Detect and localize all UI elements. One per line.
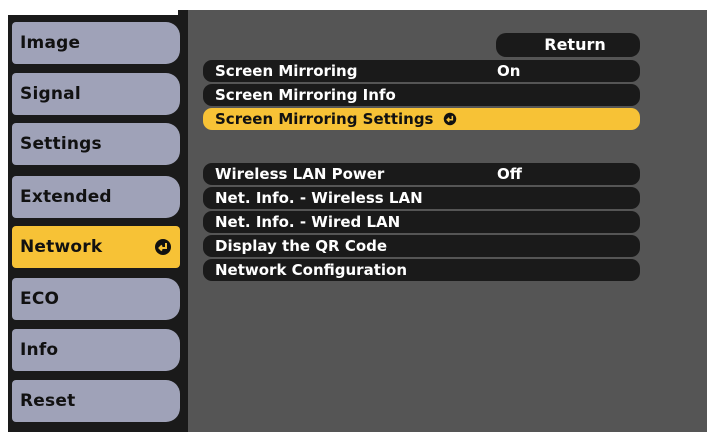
menu-item-net-info-wireless[interactable]: Net. Info. - Wireless LAN [203, 187, 640, 209]
menu-item-label: Screen Mirroring Settings [215, 110, 434, 128]
tab-label: ECO [20, 289, 60, 309]
return-button[interactable]: Return [496, 33, 640, 57]
menu-item-screen-mirroring[interactable]: Screen Mirroring On [203, 60, 640, 82]
tab-image[interactable]: Image [12, 22, 180, 64]
return-label: Return [544, 35, 606, 54]
projector-osd-menu: Image Signal Settings Extended Network E… [0, 0, 709, 435]
tab-label: Image [20, 33, 81, 53]
menu-item-label: Wireless LAN Power [215, 165, 385, 183]
tab-network[interactable]: Network [12, 226, 180, 268]
menu-item-screen-mirroring-settings[interactable]: Screen Mirroring Settings [203, 108, 640, 130]
menu-item-display-qr-code[interactable]: Display the QR Code [203, 235, 640, 257]
menu-item-wireless-lan-power[interactable]: Wireless LAN Power Off [203, 163, 640, 185]
menu-item-label: Screen Mirroring [215, 62, 358, 80]
enter-icon [155, 239, 171, 255]
menu-item-label: Net. Info. - Wireless LAN [215, 189, 423, 207]
menu-item-label: Screen Mirroring Info [215, 86, 396, 104]
tab-label: Reset [20, 391, 76, 411]
enter-icon [443, 112, 456, 126]
menu-item-label: Display the QR Code [215, 237, 388, 255]
tab-settings[interactable]: Settings [12, 123, 180, 165]
menu-item-value: Off [497, 165, 522, 183]
menu-item-label: Net. Info. - Wired LAN [215, 213, 401, 231]
tab-label: Info [20, 340, 59, 360]
menu-item-label: Network Configuration [215, 261, 407, 279]
menu-item-screen-mirroring-info[interactable]: Screen Mirroring Info [203, 84, 640, 106]
tab-label: Network [20, 237, 103, 257]
tab-extended[interactable]: Extended [12, 176, 180, 218]
menu-item-net-info-wired[interactable]: Net. Info. - Wired LAN [203, 211, 640, 233]
tab-reset[interactable]: Reset [12, 380, 180, 422]
tab-signal[interactable]: Signal [12, 73, 180, 115]
tab-eco[interactable]: ECO [12, 278, 180, 320]
tab-label: Signal [20, 84, 81, 104]
tab-label: Settings [20, 134, 102, 154]
panel-divider [178, 10, 188, 432]
menu-item-value: On [497, 62, 521, 80]
tab-label: Extended [20, 187, 112, 207]
tab-info[interactable]: Info [12, 329, 180, 371]
menu-item-network-configuration[interactable]: Network Configuration [203, 259, 640, 281]
